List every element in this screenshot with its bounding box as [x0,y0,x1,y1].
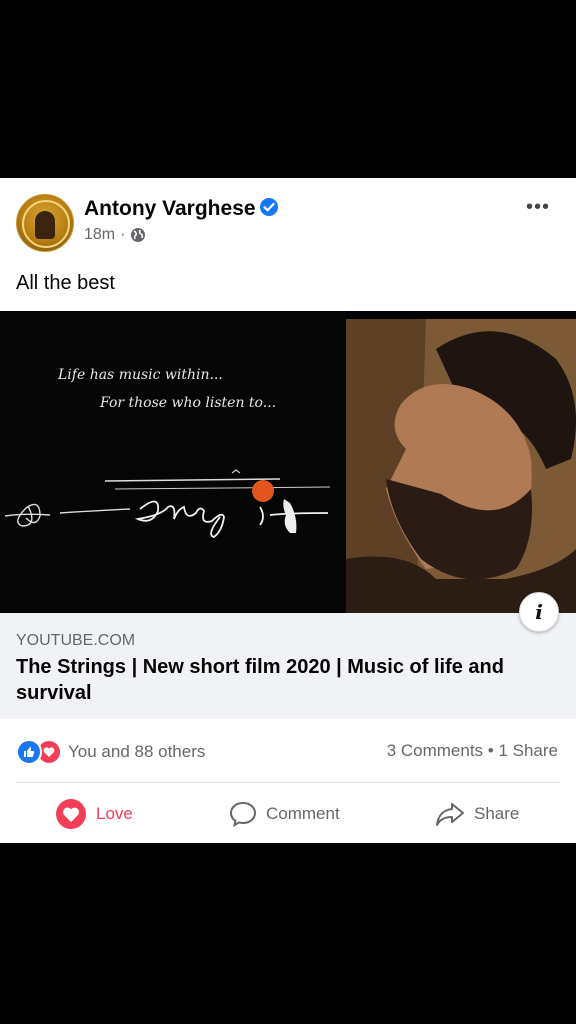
avatar[interactable] [16,194,74,252]
post-text: All the best [16,272,115,294]
post-header: Antony Varghese 18m · ••• [0,178,576,258]
post-actions: Love Comment Share [0,788,576,840]
strings-title-card: Life has music within... For those who l… [0,311,346,613]
comment-button[interactable]: Comment [229,788,340,840]
tagline-line2: For those who listen to... [100,395,277,411]
author-name[interactable]: Antony Varghese [84,197,256,221]
comments-shares-count[interactable]: 3 Comments • 1 Share [387,741,558,761]
reactions-summary[interactable]: You and 88 others [16,739,205,765]
share-icon [436,803,464,826]
link-domain: YOUTUBE.COM [16,632,136,649]
share-label: Share [474,804,520,823]
post-time[interactable]: 18m [84,226,115,244]
feed-post: Antony Varghese 18m · ••• All the best L… [0,178,576,843]
share-button[interactable]: Share [435,788,519,840]
love-action-icon [56,799,86,829]
post-meta: 18m · [84,226,146,244]
strings-logo-art [4,469,331,538]
link-preview[interactable]: YOUTUBE.COM The Strings | New short film… [0,613,576,719]
love-label: Love [96,804,133,823]
globe-icon [131,228,146,242]
tagline-line1: Life has music within... [58,367,223,383]
comment-label: Comment [266,804,340,823]
info-icon[interactable]: i [519,592,559,632]
link-title[interactable]: The Strings | New short film 2020 | Musi… [16,654,561,706]
link-thumbnail[interactable]: Life has music within... For those who l… [0,311,576,613]
comment-icon [229,801,257,827]
like-reaction-icon [16,739,42,765]
love-button[interactable]: Love [55,788,133,840]
more-options-icon[interactable]: ••• [526,197,550,217]
meta-separator: · [120,226,126,243]
reactions-count: You and 88 others [68,742,206,761]
divider [16,782,560,783]
actor-photo [346,319,576,613]
verified-icon [260,198,278,216]
